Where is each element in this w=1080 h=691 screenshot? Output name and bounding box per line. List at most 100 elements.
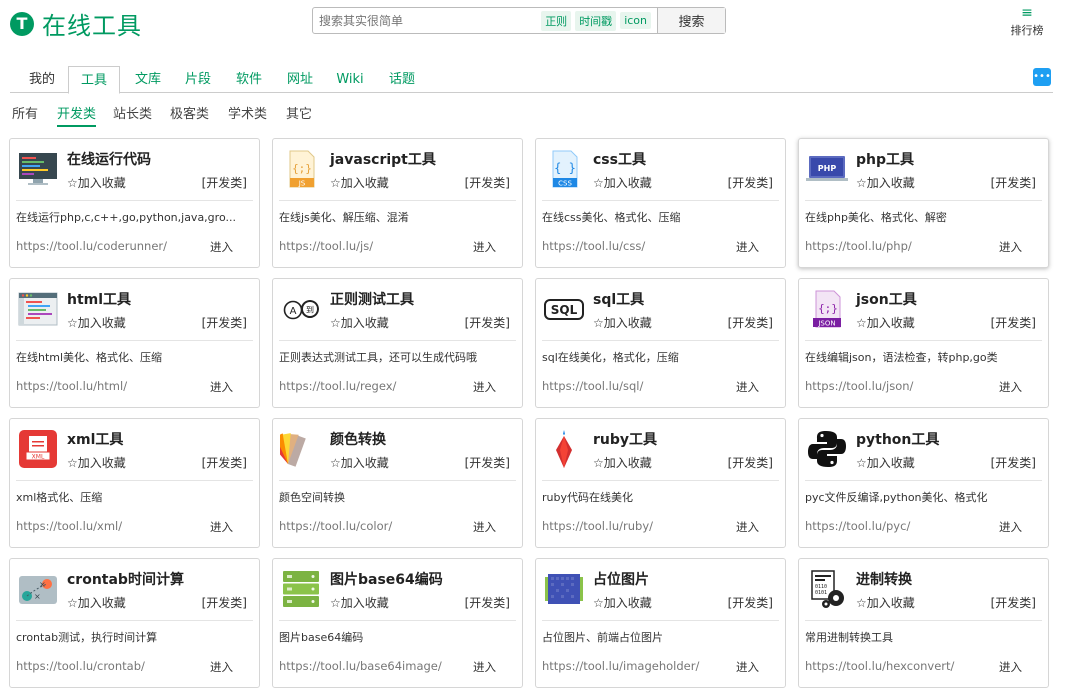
search-tag-timestamp[interactable]: 时间戳 bbox=[575, 10, 617, 31]
card-url[interactable]: https://tool.lu/crontab/ bbox=[16, 659, 145, 673]
enter-link[interactable]: 进入 bbox=[999, 239, 1022, 255]
card-url[interactable]: https://tool.lu/hexconvert/ bbox=[805, 659, 954, 673]
add-favorite-button[interactable]: ☆加入收藏 bbox=[330, 314, 389, 331]
enter-link[interactable]: 进入 bbox=[473, 379, 496, 395]
card-title[interactable]: json工具 bbox=[856, 289, 917, 309]
card-title[interactable]: 进制转换 bbox=[856, 569, 912, 589]
card-url[interactable]: https://tool.lu/color/ bbox=[279, 519, 392, 533]
card-url[interactable]: https://tool.lu/imageholder/ bbox=[542, 659, 699, 673]
card-url[interactable]: https://tool.lu/css/ bbox=[542, 239, 645, 253]
card-url[interactable]: https://tool.lu/regex/ bbox=[279, 379, 396, 393]
tool-card[interactable]: {;} JS javascript工具 ☆加入收藏 [开发类] 在线js美化、解压… bbox=[272, 138, 523, 268]
tool-card[interactable]: {;} JSON json工具 ☆加入收藏 [开发类] 在线编辑json，语法检查… bbox=[798, 278, 1049, 408]
tool-card[interactable]: 占位图片 ☆加入收藏 [开发类] 占位图片、前端占位图片 https://too… bbox=[535, 558, 786, 688]
enter-link[interactable]: 进入 bbox=[999, 519, 1022, 535]
add-favorite-button[interactable]: ☆加入收藏 bbox=[856, 314, 915, 331]
tool-card[interactable]: 在线运行代码 ☆加入收藏 [开发类] 在线运行php,c,c++,go,pyth… bbox=[9, 138, 260, 268]
tab-software[interactable]: 软件 bbox=[229, 66, 269, 93]
card-url[interactable]: https://tool.lu/php/ bbox=[805, 239, 912, 253]
card-title[interactable]: ruby工具 bbox=[593, 429, 657, 449]
search-tag-regex[interactable]: 正则 bbox=[541, 10, 572, 31]
add-favorite-button[interactable]: ☆加入收藏 bbox=[593, 314, 652, 331]
filter-dev[interactable]: 开发类 bbox=[57, 103, 97, 127]
card-url[interactable]: https://tool.lu/xml/ bbox=[16, 519, 122, 533]
ranking-link[interactable]: ≡ 排行榜 bbox=[1004, 6, 1050, 38]
card-url[interactable]: https://tool.lu/ruby/ bbox=[542, 519, 653, 533]
card-title[interactable]: 图片base64编码 bbox=[330, 569, 443, 589]
card-title[interactable]: xml工具 bbox=[67, 429, 123, 449]
chat-bubble-icon[interactable]: ••• bbox=[1033, 68, 1051, 86]
tool-card[interactable]: { } CSS css工具 ☆加入收藏 [开发类] 在线css美化、格式化、压缩 … bbox=[535, 138, 786, 268]
filter-academic[interactable]: 学术类 bbox=[228, 103, 267, 122]
tool-card[interactable]: 图片base64编码 ☆加入收藏 [开发类] 图片base64编码 https:… bbox=[272, 558, 523, 688]
tool-card[interactable]: 0110 0101 进制转换 ☆加入收藏 [开发类] 常用进制转换工具 https… bbox=[798, 558, 1049, 688]
enter-link[interactable]: 进入 bbox=[736, 239, 759, 255]
tool-card[interactable]: html工具 ☆加入收藏 [开发类] 在线html美化、格式化、压缩 https… bbox=[9, 278, 260, 408]
card-title[interactable]: javascript工具 bbox=[330, 149, 436, 169]
tool-card[interactable]: 颜色转换 ☆加入收藏 [开发类] 颜色空间转换 https://tool.lu/… bbox=[268, 418, 523, 548]
add-favorite-button[interactable]: ☆加入收藏 bbox=[67, 314, 126, 331]
tool-card[interactable]: A到 正则测试工具 ☆加入收藏 [开发类] 正则表达式测试工具，还可以生成代码哦… bbox=[272, 278, 523, 408]
tab-mine[interactable]: 我的 bbox=[22, 66, 62, 93]
enter-link[interactable]: 进入 bbox=[736, 379, 759, 395]
card-title[interactable]: html工具 bbox=[67, 289, 131, 309]
tab-topics[interactable]: 话题 bbox=[382, 66, 422, 93]
filter-geek[interactable]: 极客类 bbox=[170, 103, 209, 122]
enter-link[interactable]: 进入 bbox=[473, 239, 496, 255]
enter-link[interactable]: 进入 bbox=[736, 659, 759, 675]
tool-card[interactable]: PHP php工具 ☆加入收藏 [开发类] 在线php美化、格式化、解密 htt… bbox=[798, 138, 1049, 268]
tab-library[interactable]: 文库 bbox=[128, 66, 168, 93]
search-tag-icon[interactable]: icon bbox=[620, 12, 651, 29]
enter-link[interactable]: 进入 bbox=[736, 519, 759, 535]
filter-webmaster[interactable]: 站长类 bbox=[113, 103, 152, 122]
card-url[interactable]: https://tool.lu/json/ bbox=[805, 379, 913, 393]
add-favorite-button[interactable]: ☆加入收藏 bbox=[330, 454, 389, 471]
enter-link[interactable]: 进入 bbox=[999, 659, 1022, 675]
add-favorite-button[interactable]: ☆加入收藏 bbox=[856, 174, 915, 191]
card-url[interactable]: https://tool.lu/base64image/ bbox=[279, 659, 442, 673]
add-favorite-button[interactable]: ☆加入收藏 bbox=[593, 594, 652, 611]
card-title[interactable]: crontab时间计算 bbox=[67, 569, 184, 589]
card-title[interactable]: css工具 bbox=[593, 149, 646, 169]
enter-link[interactable]: 进入 bbox=[210, 519, 233, 535]
filter-all[interactable]: 所有 bbox=[12, 103, 38, 122]
add-favorite-button[interactable]: ☆加入收藏 bbox=[856, 594, 915, 611]
card-url[interactable]: https://tool.lu/coderunner/ bbox=[16, 239, 167, 253]
add-favorite-button[interactable]: ☆加入收藏 bbox=[593, 454, 652, 471]
enter-link[interactable]: 进入 bbox=[210, 239, 233, 255]
card-url[interactable]: https://tool.lu/js/ bbox=[279, 239, 373, 253]
tool-card[interactable]: python工具 ☆加入收藏 [开发类] pyc文件反编译,python美化、格… bbox=[798, 418, 1049, 548]
card-title[interactable]: python工具 bbox=[856, 429, 939, 449]
card-title[interactable]: 占位图片 bbox=[593, 569, 649, 589]
enter-link[interactable]: 进入 bbox=[473, 659, 496, 675]
add-favorite-button[interactable]: ☆加入收藏 bbox=[330, 594, 389, 611]
search-input[interactable] bbox=[313, 8, 542, 33]
add-favorite-button[interactable]: ☆加入收藏 bbox=[67, 454, 126, 471]
tab-wiki[interactable]: Wiki bbox=[332, 66, 368, 93]
tab-websites[interactable]: 网址 bbox=[280, 66, 320, 93]
add-favorite-button[interactable]: ☆加入收藏 bbox=[67, 594, 126, 611]
tool-card[interactable]: × × crontab时间计算 ☆加入收藏 [开发类] crontab测试，执行时… bbox=[9, 558, 260, 688]
card-url[interactable]: https://tool.lu/html/ bbox=[16, 379, 127, 393]
enter-link[interactable]: 进入 bbox=[999, 379, 1022, 395]
enter-link[interactable]: 进入 bbox=[473, 519, 496, 535]
card-title[interactable]: 在线运行代码 bbox=[67, 149, 151, 169]
card-title[interactable]: sql工具 bbox=[593, 289, 644, 309]
card-url[interactable]: https://tool.lu/sql/ bbox=[542, 379, 643, 393]
add-favorite-button[interactable]: ☆加入收藏 bbox=[330, 174, 389, 191]
filter-other[interactable]: 其它 bbox=[286, 103, 312, 122]
site-logo[interactable]: T 在线工具 bbox=[10, 6, 142, 41]
search-button[interactable]: 搜索 bbox=[657, 8, 725, 33]
add-favorite-button[interactable]: ☆加入收藏 bbox=[67, 174, 126, 191]
tool-card[interactable]: XML xml工具 ☆加入收藏 [开发类] xml格式化、压缩 https://… bbox=[9, 418, 260, 548]
enter-link[interactable]: 进入 bbox=[210, 379, 233, 395]
card-title[interactable]: 正则测试工具 bbox=[330, 289, 414, 309]
card-url[interactable]: https://tool.lu/pyc/ bbox=[805, 519, 910, 533]
add-favorite-button[interactable]: ☆加入收藏 bbox=[856, 454, 915, 471]
tab-snippets[interactable]: 片段 bbox=[178, 66, 218, 93]
add-favorite-button[interactable]: ☆加入收藏 bbox=[593, 174, 652, 191]
enter-link[interactable]: 进入 bbox=[210, 659, 233, 675]
tab-tools[interactable]: 工具 bbox=[68, 66, 120, 94]
tool-card[interactable]: SQL sql工具 ☆加入收藏 [开发类] sql在线美化，格式化，压缩 htt… bbox=[535, 278, 786, 408]
tool-card[interactable]: ruby工具 ☆加入收藏 [开发类] ruby代码在线美化 https://to… bbox=[535, 418, 786, 548]
